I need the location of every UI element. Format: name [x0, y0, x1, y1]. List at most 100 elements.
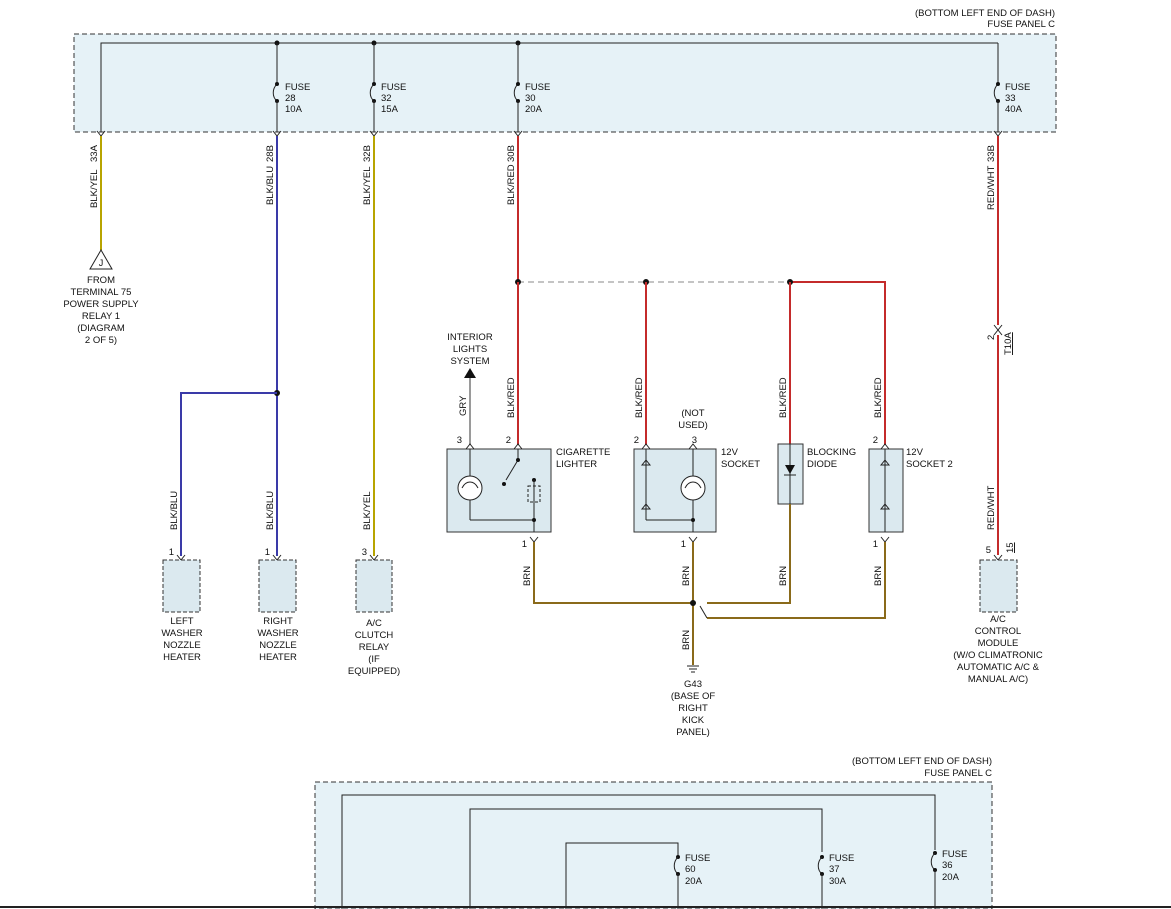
terminal-30b: 30B	[506, 145, 517, 162]
terminal-letter: J	[99, 258, 104, 268]
svg-text:A/C: A/C	[990, 614, 1006, 625]
svg-text:HEATER: HEATER	[259, 652, 297, 663]
svg-text:CIGARETTE: CIGARETTE	[556, 447, 610, 458]
terminal-28b: 28B	[265, 145, 276, 162]
ac-clutch-relay: A/C CLUTCH RELAY (IF EQUIPPED)	[348, 559, 400, 677]
svg-text:12V: 12V	[721, 447, 739, 458]
svg-text:SOCKET: SOCKET	[721, 459, 760, 470]
ground-icon	[687, 665, 699, 673]
from-line-1: FROM	[87, 275, 115, 286]
pin-number: 1	[265, 547, 270, 558]
12v-socket-2: 12V SOCKET 2	[868, 443, 953, 533]
svg-text:MANUAL A/C): MANUAL A/C)	[968, 674, 1028, 685]
connector-pin-count: 15	[1005, 542, 1016, 553]
bottom-panel-name: FUSE PANEL C	[924, 768, 992, 779]
pin-number: 1	[522, 539, 527, 550]
fuse-label: FUSE	[381, 82, 406, 93]
wire-color-label: BLK/BLU	[265, 491, 276, 530]
terminal-32b: 32B	[362, 145, 373, 162]
interior-lights-label: LIGHTS	[453, 344, 487, 355]
svg-text:DIODE: DIODE	[807, 459, 837, 470]
wire-color-label: BLK/RED	[778, 377, 789, 418]
12v-socket: 12V SOCKET	[633, 443, 760, 533]
wire-blk-red-socket2	[790, 281, 886, 445]
ac-control-module: A/C CONTROL MODULE (W/O CLIMATRONIC AUTO…	[953, 559, 1043, 685]
top-panel-name: FUSE PANEL C	[987, 19, 1055, 30]
left-washer-nozzle-heater: LEFT WASHER NOZZLE HEATER	[161, 559, 203, 663]
svg-text:WASHER: WASHER	[161, 628, 202, 639]
right-washer-nozzle-heater: RIGHT WASHER NOZZLE HEATER	[257, 559, 299, 663]
svg-text:FUSE: FUSE	[829, 853, 854, 864]
wire-color-label: BLK/YEL	[362, 491, 373, 530]
from-line-4: RELAY 1	[82, 311, 120, 322]
splice-ground	[690, 600, 696, 606]
wire-color-label: BLK/RED	[873, 377, 884, 418]
svg-text:NOZZLE: NOZZLE	[163, 640, 200, 651]
svg-text:SOCKET 2: SOCKET 2	[906, 459, 953, 470]
wire-color-label: BRN	[522, 566, 533, 586]
from-line-2: TERMINAL 75	[71, 287, 132, 298]
svg-text:RELAY: RELAY	[359, 642, 390, 653]
blocking-diode: BLOCKING DIODE	[777, 443, 856, 505]
svg-text:(IF: (IF	[368, 654, 380, 665]
top-fuse-panel	[73, 33, 1057, 133]
svg-text:KICK: KICK	[682, 715, 705, 726]
wire-color-label: BLK/RED	[634, 377, 645, 418]
svg-text:FUSE: FUSE	[942, 849, 967, 860]
connector-chevron	[688, 536, 698, 543]
wire-crossover	[699, 605, 708, 619]
wire-color-label: RED/WHT	[986, 165, 997, 210]
wire-color-label: BLK/RED	[506, 164, 517, 205]
wire-color-label: BRN	[681, 566, 692, 586]
not-used-label: (NOT	[681, 408, 704, 419]
cigarette-lighter: CIGARETTE LIGHTER	[446, 443, 610, 533]
wire-blk-blu-left	[180, 392, 277, 556]
wire-color-label: RED/WHT	[986, 485, 997, 530]
fuse-label: FUSE	[1005, 82, 1030, 93]
connector-chevron	[529, 536, 539, 543]
svg-text:LIGHTER: LIGHTER	[556, 459, 597, 470]
fuse-amps: 15A	[381, 104, 399, 115]
svg-text:(W/O CLIMATRONIC: (W/O CLIMATRONIC	[953, 650, 1043, 661]
ground-g43-label: G43 (BASE OF RIGHT KICK PANEL)	[671, 679, 716, 738]
wire-brn-socket2	[707, 542, 886, 619]
pin-number: 3	[457, 435, 462, 446]
svg-text:20A: 20A	[942, 872, 960, 883]
fuse-number: 33	[1005, 93, 1016, 104]
svg-text:G43: G43	[684, 679, 702, 690]
from-terminal-75: J FROM TERMINAL 75 POWER SUPPLY RELAY 1 …	[63, 249, 139, 346]
pin-number: 2	[506, 435, 511, 446]
svg-text:LEFT: LEFT	[170, 616, 193, 627]
from-line-5: (DIAGRAM	[77, 323, 125, 334]
wire-color-label: BRN	[873, 566, 884, 586]
svg-text:37: 37	[829, 864, 840, 875]
terminal-33a: 33A	[89, 144, 100, 162]
fuse-label: FUSE	[525, 82, 550, 93]
svg-text:RIGHT: RIGHT	[263, 616, 293, 627]
svg-text:2: 2	[986, 335, 997, 340]
svg-text:T10A: T10A	[1003, 332, 1014, 355]
connector-t10a: 2 T10A	[986, 324, 1014, 355]
svg-text:A/C: A/C	[366, 618, 382, 629]
wire-color-label: BRN	[681, 630, 692, 650]
svg-text:BLOCKING: BLOCKING	[807, 447, 856, 458]
svg-text:(BASE OF: (BASE OF	[671, 691, 716, 702]
top-panel-location: (BOTTOM LEFT END OF DASH)	[915, 8, 1055, 19]
svg-text:20A: 20A	[685, 876, 703, 887]
pin-number: 2	[634, 435, 639, 446]
wire-color-label: BLK/BLU	[169, 491, 180, 530]
wire-color-label: GRY	[458, 395, 469, 416]
svg-text:WASHER: WASHER	[257, 628, 298, 639]
svg-text:36: 36	[942, 860, 953, 871]
svg-text:RIGHT: RIGHT	[678, 703, 708, 714]
wiring-diagram: (BOTTOM LEFT END OF DASH) FUSE PANEL C F…	[0, 8, 1171, 909]
fuse-number: 30	[525, 93, 536, 104]
svg-text:30A: 30A	[829, 876, 847, 887]
wire-brn-diode	[707, 504, 791, 604]
from-line-3: POWER SUPPLY	[63, 299, 139, 310]
terminal-33b: 33B	[986, 145, 997, 162]
svg-text:HEATER: HEATER	[163, 652, 201, 663]
svg-text:CONTROL: CONTROL	[975, 626, 1021, 637]
fuse-amps: 10A	[285, 104, 303, 115]
wire-color-label: BRN	[778, 566, 789, 586]
